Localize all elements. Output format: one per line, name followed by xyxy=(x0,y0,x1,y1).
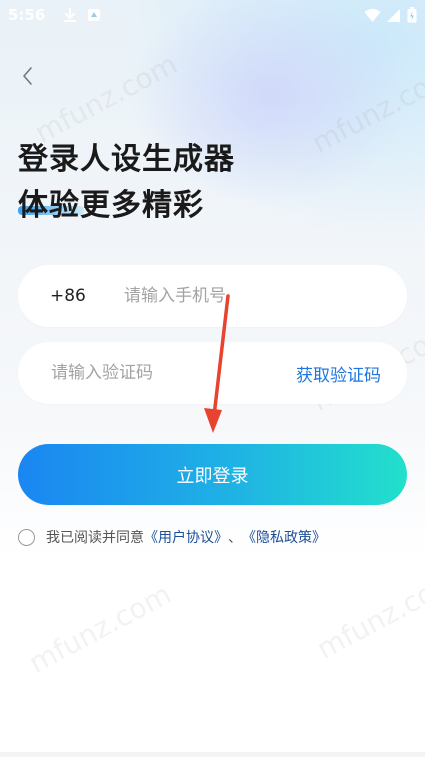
get-code-button[interactable]: 获取验证码 xyxy=(296,361,381,386)
user-agreement-link[interactable]: 《用户协议》 xyxy=(144,527,228,547)
agreement-separator: 、 xyxy=(228,530,242,546)
battery-icon xyxy=(407,7,417,27)
privacy-policy-link[interactable]: 《隐私政策》 xyxy=(242,527,326,547)
bottom-edge xyxy=(0,752,425,757)
page-title-line1: 登录人设生成器 xyxy=(18,142,235,177)
status-time: 5:56 xyxy=(8,6,46,24)
login-button[interactable]: 立即登录 xyxy=(18,444,407,505)
wifi-icon xyxy=(364,8,381,27)
status-right xyxy=(364,7,417,27)
download-icon xyxy=(63,7,77,23)
signal-icon xyxy=(387,8,401,27)
agreement-row: 我已阅读并同意 《用户协议》 、 《隐私政策》 xyxy=(18,527,326,547)
status-bar: 5:56 xyxy=(0,0,425,30)
country-code[interactable]: +86 xyxy=(50,286,124,306)
page-title-line2: 体验更多精彩 xyxy=(18,188,204,223)
agreement-checkbox[interactable] xyxy=(18,528,35,546)
back-icon[interactable] xyxy=(16,64,40,88)
verification-code-input[interactable] xyxy=(51,363,271,383)
notification-icon xyxy=(87,8,101,22)
phone-input[interactable] xyxy=(124,286,374,306)
agreement-prefix: 我已阅读并同意 xyxy=(46,530,144,546)
phone-field[interactable]: +86 xyxy=(18,265,407,327)
verification-code-field[interactable]: 获取验证码 xyxy=(18,342,407,404)
